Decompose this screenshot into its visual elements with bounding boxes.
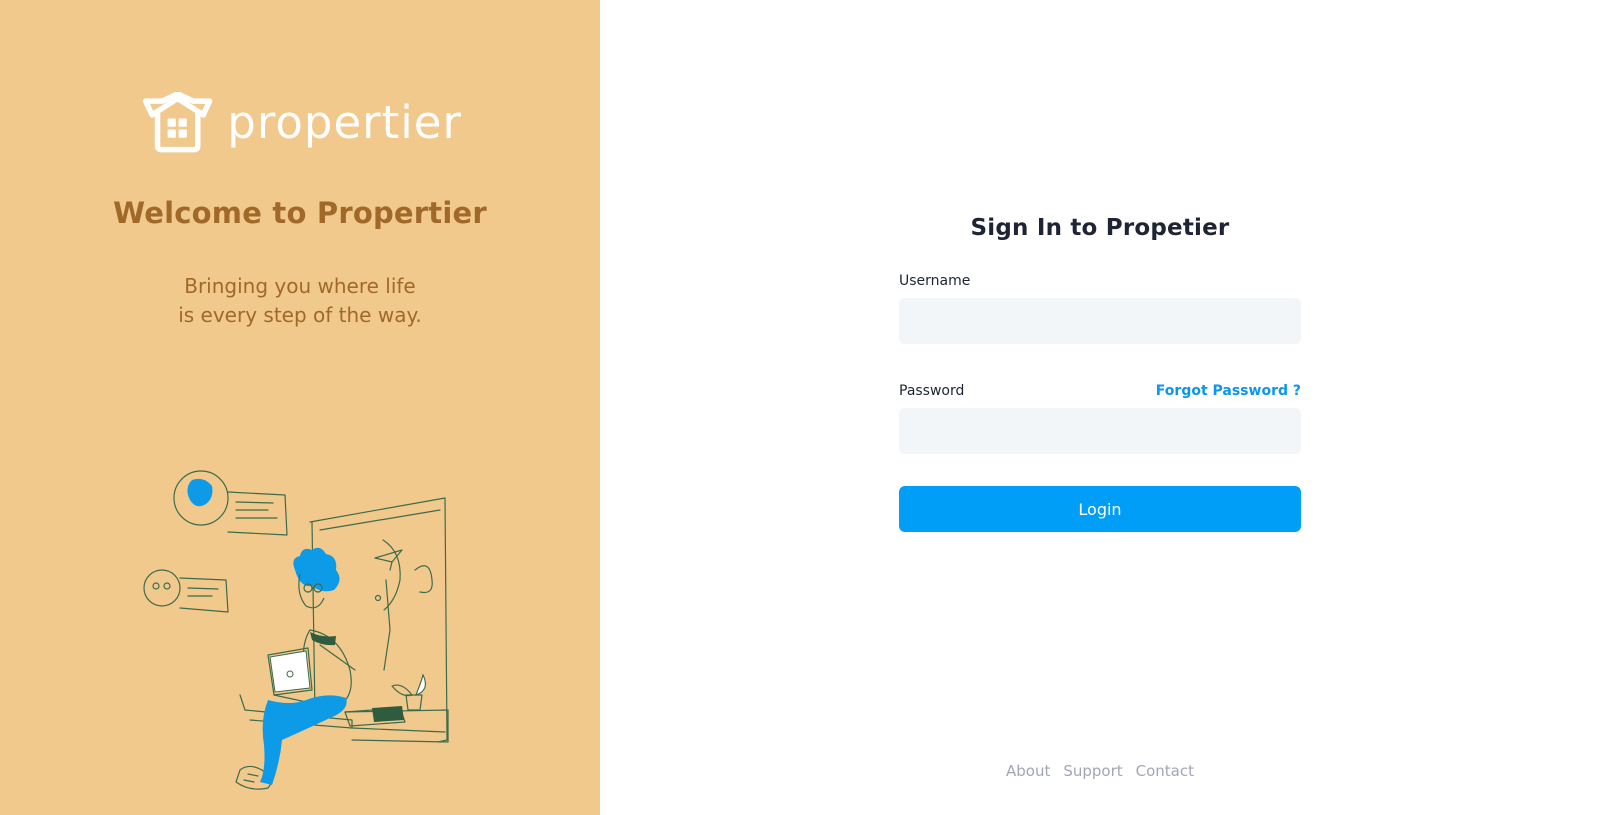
footer-link-about[interactable]: About xyxy=(1006,762,1050,780)
forgot-password-link[interactable]: Forgot Password ? xyxy=(1156,383,1301,399)
form-title: Sign In to Propetier xyxy=(970,215,1230,241)
username-input[interactable] xyxy=(899,298,1301,344)
welcome-subtitle: Bringing you where life is every step of… xyxy=(0,272,600,330)
login-button[interactable]: Login xyxy=(899,486,1301,532)
username-group: Username xyxy=(899,271,1301,344)
password-label-row: Password Forgot Password ? xyxy=(899,381,1301,401)
welcome-subtitle-line: is every step of the way. xyxy=(178,303,422,327)
password-group: Password Forgot Password ? xyxy=(899,381,1301,454)
welcome-aside: propertier Welcome to Propertier Bringin… xyxy=(0,0,600,815)
login-page: propertier Welcome to Propertier Bringin… xyxy=(0,0,1600,815)
sign-in-form: Sign In to Propetier Username Password F… xyxy=(899,215,1301,532)
house-logo-icon xyxy=(142,92,213,153)
password-input[interactable] xyxy=(899,408,1301,454)
person-with-laptop-illustration xyxy=(143,470,449,790)
sign-in-panel: Sign In to Propetier Username Password F… xyxy=(600,0,1600,815)
password-label: Password xyxy=(899,383,965,399)
welcome-subtitle-line: Bringing you where life xyxy=(184,274,416,298)
footer-links: About Support Contact xyxy=(600,762,1600,780)
username-label: Username xyxy=(899,273,971,289)
brand-logo: propertier xyxy=(142,92,462,156)
username-label-row: Username xyxy=(899,271,1301,291)
brand-name: propertier xyxy=(227,95,462,149)
footer-link-support[interactable]: Support xyxy=(1063,762,1122,780)
footer-link-contact[interactable]: Contact xyxy=(1136,762,1194,780)
welcome-title: Welcome to Propertier xyxy=(113,196,487,230)
